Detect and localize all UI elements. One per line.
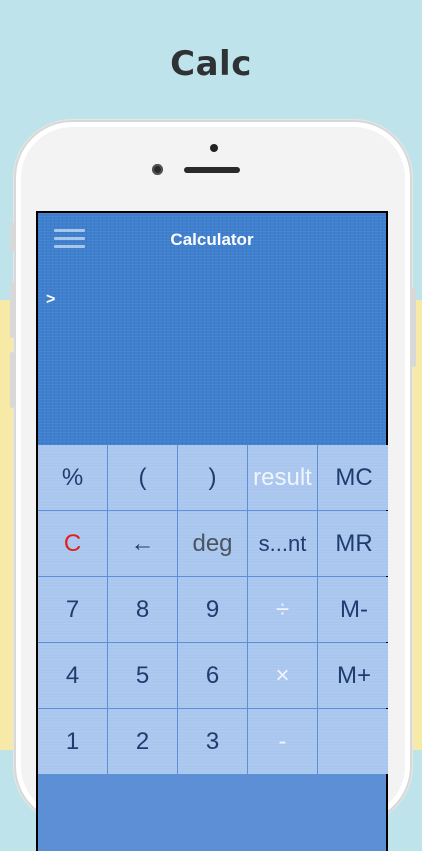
volume-down-button bbox=[10, 352, 14, 408]
key-memory-plus[interactable]: M+ bbox=[318, 643, 388, 708]
key-3[interactable]: 3 bbox=[178, 709, 247, 774]
key-subtract[interactable]: - bbox=[248, 709, 317, 774]
input-prompt[interactable]: > bbox=[46, 291, 55, 309]
calculator-display: Calculator > bbox=[38, 213, 386, 445]
key-9[interactable]: 9 bbox=[178, 577, 247, 642]
phone-screen: Calculator > % ( ) result MC C ← deg s..… bbox=[36, 211, 388, 851]
power-button bbox=[412, 287, 416, 367]
proximity-sensor bbox=[210, 144, 218, 152]
key-open-paren[interactable]: ( bbox=[108, 445, 177, 510]
key-multiply[interactable]: × bbox=[248, 643, 317, 708]
key-memory-minus[interactable]: M- bbox=[318, 577, 388, 642]
key-memory-blank[interactable] bbox=[318, 709, 388, 774]
key-divide[interactable]: ÷ bbox=[248, 577, 317, 642]
key-4[interactable]: 4 bbox=[38, 643, 107, 708]
key-5[interactable]: 5 bbox=[108, 643, 177, 708]
mute-switch bbox=[10, 222, 14, 252]
key-percent[interactable]: % bbox=[38, 445, 107, 510]
key-clear[interactable]: C bbox=[38, 511, 107, 576]
volume-up-button bbox=[10, 282, 14, 338]
key-6[interactable]: 6 bbox=[178, 643, 247, 708]
keypad: % ( ) result MC C ← deg s...nt MR 7 8 9 … bbox=[38, 445, 388, 851]
front-camera bbox=[152, 164, 163, 175]
phone-frame: Calculator > % ( ) result MC C ← deg s..… bbox=[10, 120, 416, 851]
key-memory-recall[interactable]: MR bbox=[318, 511, 388, 576]
promo-title: Calc bbox=[170, 44, 252, 84]
key-8[interactable]: 8 bbox=[108, 577, 177, 642]
key-7[interactable]: 7 bbox=[38, 577, 107, 642]
key-2[interactable]: 2 bbox=[108, 709, 177, 774]
key-result[interactable]: result bbox=[248, 445, 317, 510]
key-backspace[interactable]: ← bbox=[108, 511, 177, 576]
key-close-paren[interactable]: ) bbox=[178, 445, 247, 510]
key-scientific[interactable]: s...nt bbox=[248, 511, 317, 576]
key-memory-clear[interactable]: MC bbox=[318, 445, 388, 510]
key-degree-mode[interactable]: deg bbox=[178, 511, 247, 576]
app-title: Calculator bbox=[170, 230, 254, 249]
key-1[interactable]: 1 bbox=[38, 709, 107, 774]
earpiece-speaker bbox=[184, 167, 240, 173]
